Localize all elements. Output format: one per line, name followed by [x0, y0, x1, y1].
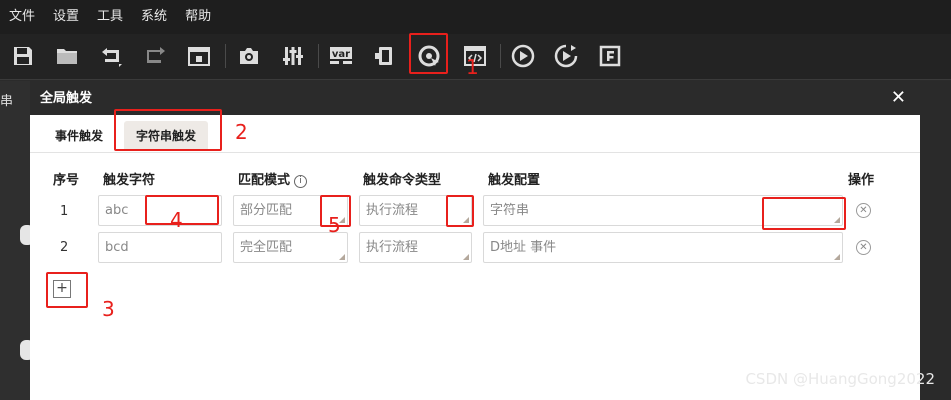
- toolbar-separator: [318, 44, 319, 68]
- menubar: 文件 设置 工具 系统 帮助: [0, 0, 951, 34]
- resize-grip-icon[interactable]: [339, 254, 345, 260]
- column-header-action: 操作: [848, 173, 875, 188]
- watermark: CSDN @HuangGong2022: [745, 370, 935, 388]
- open-folder-icon[interactable]: [53, 42, 81, 70]
- delete-row-icon[interactable]: ✕: [856, 240, 871, 255]
- highlight-box: [114, 109, 222, 151]
- resize-grip-icon[interactable]: [463, 254, 469, 260]
- frame-icon[interactable]: [596, 42, 624, 70]
- trigger-string-value: abc: [105, 203, 129, 218]
- trigger-config-value: 字符串: [490, 203, 530, 218]
- annotation-label: 2: [235, 120, 248, 144]
- info-icon[interactable]: i: [294, 175, 308, 188]
- column-header-command-type: 触发命令类型: [363, 173, 442, 188]
- command-type-value: 执行流程: [366, 203, 419, 218]
- annotation-label: 4: [170, 208, 183, 232]
- annotation-label: 5: [328, 213, 341, 237]
- trigger-string-input[interactable]: bcd: [98, 232, 222, 263]
- play-icon[interactable]: [509, 42, 537, 70]
- command-type-select[interactable]: 执行流程: [359, 232, 472, 263]
- highlight-box: [46, 272, 88, 308]
- save-icon[interactable]: [9, 42, 37, 70]
- column-header-config: 触发配置: [488, 173, 541, 188]
- column-header-index: 序号: [53, 173, 80, 188]
- highlight-box: [762, 197, 846, 230]
- variable-icon[interactable]: var: [327, 42, 355, 70]
- highlight-box: [446, 195, 474, 227]
- close-icon[interactable]: ✕: [891, 87, 906, 109]
- device-icon[interactable]: [371, 42, 399, 70]
- column-header-match-mode: 匹配模式 i: [238, 169, 308, 188]
- match-mode-value: 部分匹配: [240, 203, 293, 218]
- resize-grip-icon[interactable]: [834, 254, 840, 260]
- trigger-config-input[interactable]: D地址 事件: [483, 232, 843, 263]
- menu-settings[interactable]: 设置: [44, 0, 88, 34]
- match-mode-value: 完全匹配: [240, 240, 293, 255]
- highlight-box: [409, 33, 448, 74]
- run-once-icon[interactable]: [552, 42, 580, 70]
- undo-icon[interactable]: [97, 42, 125, 70]
- trigger-string-value: bcd: [105, 240, 129, 255]
- tab-event-trigger[interactable]: 事件触发: [43, 121, 115, 151]
- trigger-config-value: D地址 事件: [490, 240, 557, 255]
- command-type-value: 执行流程: [366, 240, 419, 255]
- camera-icon[interactable]: [235, 42, 263, 70]
- menu-help[interactable]: 帮助: [176, 0, 220, 34]
- lock-icon[interactable]: [185, 42, 213, 70]
- menu-file[interactable]: 文件: [0, 0, 44, 34]
- column-header-match-mode-label: 匹配模式: [238, 173, 291, 188]
- toolbar-separator: [225, 44, 226, 68]
- delete-row-icon[interactable]: ✕: [856, 203, 871, 218]
- redo-icon[interactable]: [141, 42, 169, 70]
- annotation-label: 3: [102, 297, 115, 321]
- toolbar-separator: [500, 44, 501, 68]
- row-index: 2: [60, 240, 69, 255]
- background-right-panel: [920, 81, 951, 400]
- column-header-trigger-string: 触发字符: [103, 173, 156, 188]
- background-left-label: 串: [0, 94, 14, 109]
- menu-tools[interactable]: 工具: [88, 0, 132, 34]
- row-index: 1: [60, 204, 69, 219]
- variable-icon-label: var: [332, 49, 350, 60]
- annotation-label: 1: [466, 55, 479, 79]
- sliders-icon[interactable]: [279, 42, 307, 70]
- menu-system[interactable]: 系统: [132, 0, 176, 34]
